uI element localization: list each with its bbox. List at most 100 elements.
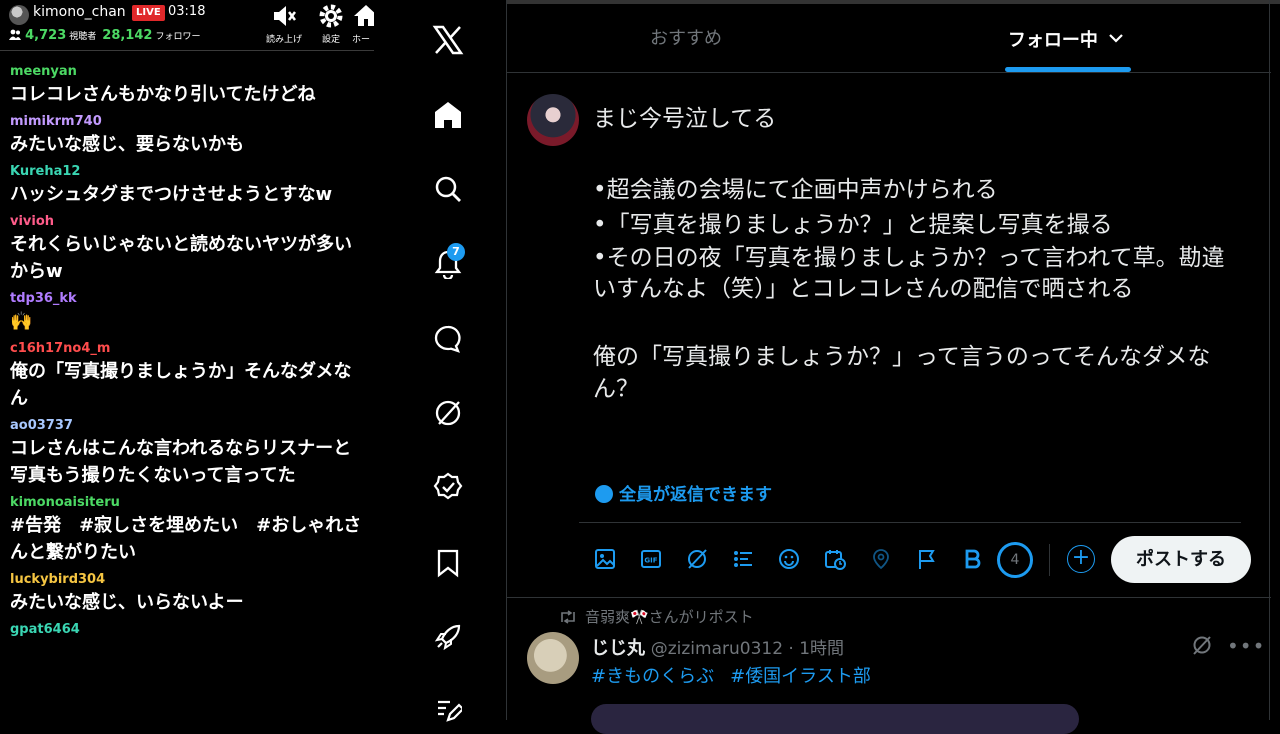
comment-username[interactable]: kimonoaisiteru — [10, 493, 364, 512]
reply-setting-label: 全員が返信できます — [619, 485, 772, 505]
compose-line: まじ今号泣してる — [593, 106, 777, 132]
home-icon[interactable] — [430, 97, 466, 133]
x-sidebar: 7 — [374, 0, 506, 722]
user-avatar[interactable] — [527, 94, 579, 146]
bookmark-icon[interactable] — [430, 545, 466, 581]
viewers-label: 視聴者 — [69, 32, 97, 42]
post-header: じじ丸 @zizimaru0312 · 1時間 — [591, 634, 844, 660]
channel-avatar — [9, 5, 29, 25]
stream-header: kimono_chan LIVE 03:18 4,723 視聴者 28,142 フォロ… — [0, 0, 374, 51]
grok-icon[interactable] — [684, 546, 710, 572]
compose-line: •「写真を撮りましょうか？」と提案し写真を撮る — [593, 212, 1113, 238]
gear-icon — [309, 2, 353, 30]
notification-badge: 7 — [447, 243, 465, 261]
comment-text: コレコレさんもかなり引いてたけどね — [10, 84, 316, 105]
comment-username[interactable]: vivioh — [10, 212, 364, 231]
comment-username[interactable]: c16h17no4_m — [10, 339, 364, 358]
chat-comment: luckybird304 みたいな感じ、いらないよー — [0, 570, 374, 620]
chat-comment: Kureha12 ハッシュタグまでつけさせようとすなw — [0, 162, 374, 212]
chat-comment: ao03737 コレさんはこんな言われるならリスナーと写真もう撮りたくないって言っ… — [0, 416, 374, 493]
live-badge: LIVE — [132, 5, 165, 21]
speaker-mute-icon — [262, 2, 306, 30]
svg-text:GIF: GIF — [644, 557, 657, 565]
comment-text — [10, 639, 364, 643]
comment-text: それくらいじゃないと読めないヤツが多いからw — [10, 234, 352, 282]
home-icon — [352, 2, 374, 30]
comment-text: みたいな感じ、いらないよー — [10, 592, 244, 613]
followers-count: 28,142 — [102, 28, 153, 43]
chat-comment: mimikrm740 みたいな感じ、要らないかも — [0, 112, 374, 162]
comment-username[interactable]: Kureha12 — [10, 162, 364, 181]
comment-text: コレさんはこんな言われるならリスナーと写真もう撮りたくないって言ってた — [10, 438, 352, 486]
message-icon[interactable] — [430, 321, 466, 357]
comment-text: 🙌 — [10, 311, 33, 332]
compose-line: •超会議の会場にて企画中声かけられる — [593, 177, 998, 203]
x-logo-icon[interactable] — [430, 22, 466, 58]
chat-comment: c16h17no4_m 俺の「写真撮りましょうか」そんなダメなん — [0, 339, 374, 416]
chat-comment: tdp36_kk 🙌 — [0, 289, 374, 339]
home-label: ホー — [352, 35, 371, 45]
verified-icon[interactable] — [430, 469, 466, 505]
rocket-icon[interactable] — [430, 619, 466, 655]
comment-username[interactable]: luckybird304 — [10, 570, 364, 589]
hashtag-link[interactable]: #きものくらぶ — [591, 666, 714, 687]
repost-indicator: 音弱爽🎌さんがリポスト — [559, 606, 754, 628]
gif-icon[interactable]: GIF — [638, 546, 664, 572]
author-avatar[interactable] — [527, 632, 579, 684]
chat-comment: vivioh それくらいじゃないと読めないヤツが多いからw — [0, 212, 374, 289]
comment-username[interactable]: ao03737 — [10, 416, 364, 435]
compose-divider — [579, 522, 1241, 523]
location-icon[interactable] — [868, 546, 894, 572]
post-button[interactable]: ポストする — [1111, 536, 1251, 583]
schedule-icon[interactable] — [822, 546, 848, 572]
compose-toolbar: GIF 4 + ポストする — [507, 536, 1271, 584]
emoji-icon[interactable] — [776, 546, 802, 572]
comment-username[interactable]: gpat6464 — [10, 620, 364, 639]
tab-following-label: フォロー中 — [1007, 30, 1098, 51]
flag-icon[interactable] — [914, 546, 940, 572]
grok-icon[interactable] — [1191, 634, 1213, 660]
tab-recommended[interactable]: おすすめ — [597, 4, 775, 72]
toolbar-separator — [1049, 544, 1050, 576]
comment-username[interactable]: meenyan — [10, 62, 364, 81]
chat-comments: meenyan コレコレさんもかなり引いてたけどね mimikrm740 みたいな感じ… — [0, 62, 374, 643]
comment-username[interactable]: mimikrm740 — [10, 112, 364, 131]
image-icon[interactable] — [592, 546, 618, 572]
followers-label: フォロワー — [155, 32, 201, 42]
search-icon[interactable] — [430, 171, 466, 207]
tab-following[interactable]: フォロー中 — [947, 4, 1185, 72]
bold-icon[interactable] — [960, 546, 986, 572]
viewer-stats: 4,723 視聴者 28,142 フォロワー — [9, 28, 206, 43]
more-icon[interactable]: ••• — [1227, 634, 1265, 658]
read-aloud-label: 読み上げ — [265, 35, 302, 45]
home-button[interactable]: ホー — [352, 2, 374, 45]
stream-chat-panel: kimono_chan LIVE 03:18 4,723 視聴者 28,142 フォロ… — [0, 0, 374, 720]
post-media[interactable] — [591, 704, 1079, 734]
timeline-tabs: おすすめ フォロー中 — [507, 4, 1271, 73]
compose-line: •その日の夜「写真を撮りましょうか？って言われて草。勘違いすんなよ（笑）」とコレ… — [593, 245, 1225, 302]
timeline-column: おすすめ フォロー中 まじ今号泣してる •超会議の会場にて企画中声かけられる •… — [506, 0, 1271, 734]
compose-textarea[interactable]: まじ今号泣してる •超会議の会場にて企画中声かけられる •「写真を撮りましょうか… — [593, 102, 1243, 405]
stream-elapsed-time: 03:18 — [168, 4, 206, 19]
comment-text: ハッシュタグまでつけさせようとすなw — [10, 184, 333, 205]
poll-icon[interactable] — [730, 546, 756, 572]
post-hashtags: #きものくらぶ #倭国イラスト部 — [591, 662, 887, 688]
grok-icon[interactable] — [430, 395, 466, 431]
add-post-button[interactable]: + — [1067, 545, 1095, 573]
author-name[interactable]: じじ丸 — [591, 638, 645, 659]
read-aloud-button[interactable]: 読み上げ — [262, 2, 306, 45]
channel-name: kimono_chan — [33, 4, 126, 20]
reply-setting-button[interactable]: 全員が返信できます — [595, 480, 772, 505]
settings-button[interactable]: 設定 — [309, 2, 353, 45]
chat-comment: meenyan コレコレさんもかなり引いてたけどね — [0, 62, 374, 112]
edit-icon[interactable] — [430, 692, 466, 728]
settings-label: 設定 — [321, 35, 340, 45]
viewers-count: 4,723 — [25, 28, 67, 43]
people-icon — [9, 29, 21, 40]
comment-text: #告発 #寂しさを埋めたい #おしゃれさんと繋がりたい — [10, 515, 362, 563]
comment-username[interactable]: tdp36_kk — [10, 289, 364, 308]
repost-icon — [559, 610, 577, 628]
comment-text: みたいな感じ、要らないかも — [10, 134, 244, 155]
compose-line: 俺の「写真撮りましょうか？」って言うのってそんなダメなん？ — [593, 344, 1211, 402]
hashtag-link[interactable]: #倭国イラスト部 — [730, 666, 871, 687]
